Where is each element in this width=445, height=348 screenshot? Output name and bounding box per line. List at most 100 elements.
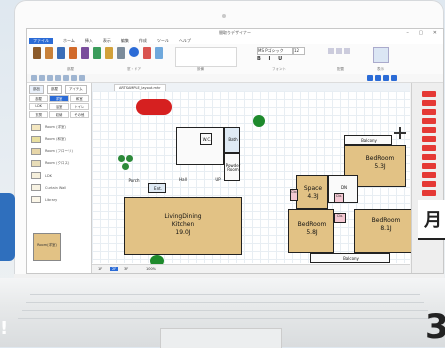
rect-tool-icon[interactable] (55, 75, 61, 81)
right-tool-button[interactable] (422, 127, 436, 133)
bedroom-c[interactable]: BedRoom 8.1J (354, 209, 412, 253)
right-tool-button[interactable] (422, 181, 436, 187)
part-label: Curtain Wall (45, 185, 67, 190)
menu-home[interactable]: ホーム (63, 38, 75, 44)
right-tool-button[interactable] (422, 154, 436, 160)
filter-toilet[interactable]: トイレ (69, 103, 89, 110)
menu-edit[interactable]: 編集 (121, 38, 129, 44)
window-tool-button[interactable] (57, 47, 65, 59)
right-tool-button[interactable] (422, 172, 436, 178)
filter-bath[interactable]: 浴室 (49, 103, 69, 110)
select-tool-icon[interactable] (31, 75, 37, 81)
wc-room[interactable]: W.C. (200, 133, 212, 145)
part-label: Room (フローリ) (45, 149, 73, 153)
align-buttons[interactable] (327, 47, 367, 65)
part-item[interactable]: Room (洋室) (31, 123, 87, 132)
panel-tab-items[interactable]: アイテム (65, 85, 87, 94)
part-item[interactable]: Room (フローリ) (31, 147, 87, 156)
room-tool-button[interactable] (33, 47, 41, 59)
bedroom-b-size: 5.8J (306, 229, 318, 236)
part-item[interactable]: Room (和室) (31, 135, 87, 144)
menu-insert[interactable]: 挿入 (85, 38, 93, 44)
property-button[interactable] (373, 47, 389, 63)
bedroom-b[interactable]: BedRoom 5.8J (288, 209, 334, 253)
part-item[interactable]: Curtain Wall (31, 183, 87, 192)
floor-tab-1f[interactable]: 1F (98, 267, 102, 271)
right-tool-button[interactable] (422, 91, 436, 97)
compass-tool-button[interactable] (129, 47, 139, 57)
menu-help[interactable]: ヘルプ (179, 38, 191, 44)
export-icon[interactable] (391, 75, 397, 81)
filter-western-room[interactable]: 洋室 (49, 95, 69, 102)
filter-ldk[interactable]: LDK (29, 103, 49, 110)
menu-view[interactable]: 表示 (103, 38, 111, 44)
window-controls[interactable]: – ▢ ✕ (406, 30, 441, 36)
zoom-tool-icon[interactable] (79, 75, 85, 81)
part-label: Room (クロス) (45, 161, 70, 165)
bath-tool-button[interactable] (105, 47, 113, 59)
filter-storage[interactable]: 収納 (49, 111, 69, 118)
overlay-badge-text: 月 (424, 210, 442, 231)
wc-label: W.C. (202, 137, 212, 142)
part-item[interactable]: Library (31, 195, 87, 204)
car-icon[interactable] (136, 99, 172, 115)
part-item[interactable]: Room (クロス) (31, 159, 87, 168)
menu-tools[interactable]: ツール (157, 38, 169, 44)
font-name-select[interactable]: MS Pゴシック (257, 47, 293, 55)
floor-tab-2f[interactable]: 2F (110, 267, 119, 271)
kitchen-tool-button[interactable] (93, 47, 101, 59)
view-mode-icon[interactable] (367, 75, 373, 81)
room-settings-box[interactable] (175, 47, 237, 67)
part-swatch (31, 160, 41, 167)
keyboard-row (22, 310, 428, 311)
filter-room[interactable]: 部屋 (29, 95, 49, 102)
balcony-bottom[interactable]: Balcony (310, 253, 390, 263)
dimension-tool-icon[interactable] (71, 75, 77, 81)
closet-c[interactable]: Clo. (290, 189, 298, 201)
filter-japanese-room[interactable]: 和室 (69, 95, 89, 102)
right-tool-button[interactable] (422, 100, 436, 106)
right-tool-button[interactable] (422, 118, 436, 124)
text-format-buttons[interactable]: B I U (257, 56, 285, 62)
balcony-top[interactable]: Balcony (344, 135, 392, 145)
menu-file[interactable]: ファイル (29, 37, 53, 44)
panel-tab-rooms[interactable]: 部屋 (47, 85, 62, 94)
right-tool-button[interactable] (422, 163, 436, 169)
tree-icon[interactable] (253, 115, 265, 127)
right-tool-panel (411, 83, 443, 273)
filter-entrance[interactable]: 玄関 (29, 111, 49, 118)
text-tool-icon[interactable] (63, 75, 69, 81)
filter-other[interactable]: その他 (69, 111, 89, 118)
wall-tool-icon[interactable] (39, 75, 45, 81)
right-tool-button[interactable] (422, 190, 436, 196)
stairs-tool-button[interactable] (69, 47, 77, 59)
right-tool-button[interactable] (422, 109, 436, 115)
toilet-tool-button[interactable] (117, 47, 125, 59)
closet-b[interactable]: Clo. (334, 193, 344, 203)
floor-tab-3f[interactable]: 3F (124, 267, 128, 271)
print-icon[interactable] (383, 75, 389, 81)
bath-room[interactable]: Bath (224, 127, 240, 153)
part-item[interactable]: LDK (31, 171, 87, 180)
part-label: LDK (45, 173, 52, 178)
powder-room[interactable]: Powder Room (224, 153, 240, 181)
furniture-tool-button[interactable] (81, 47, 89, 59)
right-tool-button[interactable] (422, 136, 436, 142)
3d-view-icon[interactable] (375, 75, 381, 81)
living-dining-kitchen[interactable]: LivingDining Kitchen 19.0J (124, 197, 242, 255)
bath-label: Bath (228, 137, 238, 142)
living-label-line2: Kitchen (171, 221, 195, 228)
font-size-select[interactable]: 12 (293, 47, 305, 55)
line-tool-icon[interactable] (47, 75, 53, 81)
menu-create[interactable]: 作成 (139, 38, 147, 44)
text-tool-button[interactable] (155, 47, 163, 59)
right-tool-button[interactable] (422, 145, 436, 151)
car-tool-button[interactable] (143, 47, 151, 59)
space-room[interactable]: Space 4.3J (296, 175, 328, 209)
closet-a[interactable]: Clo. (334, 213, 346, 223)
panel-tab-parts[interactable]: 部品 (29, 85, 44, 94)
door-tool-button[interactable] (45, 47, 53, 59)
ribbon-group-view: 表示 (377, 67, 384, 71)
drawing-canvas[interactable]: ARTSAMPLE_layout.mhr Bath Powder Room W.… (92, 83, 412, 273)
entrance[interactable]: Ent. (148, 183, 166, 193)
